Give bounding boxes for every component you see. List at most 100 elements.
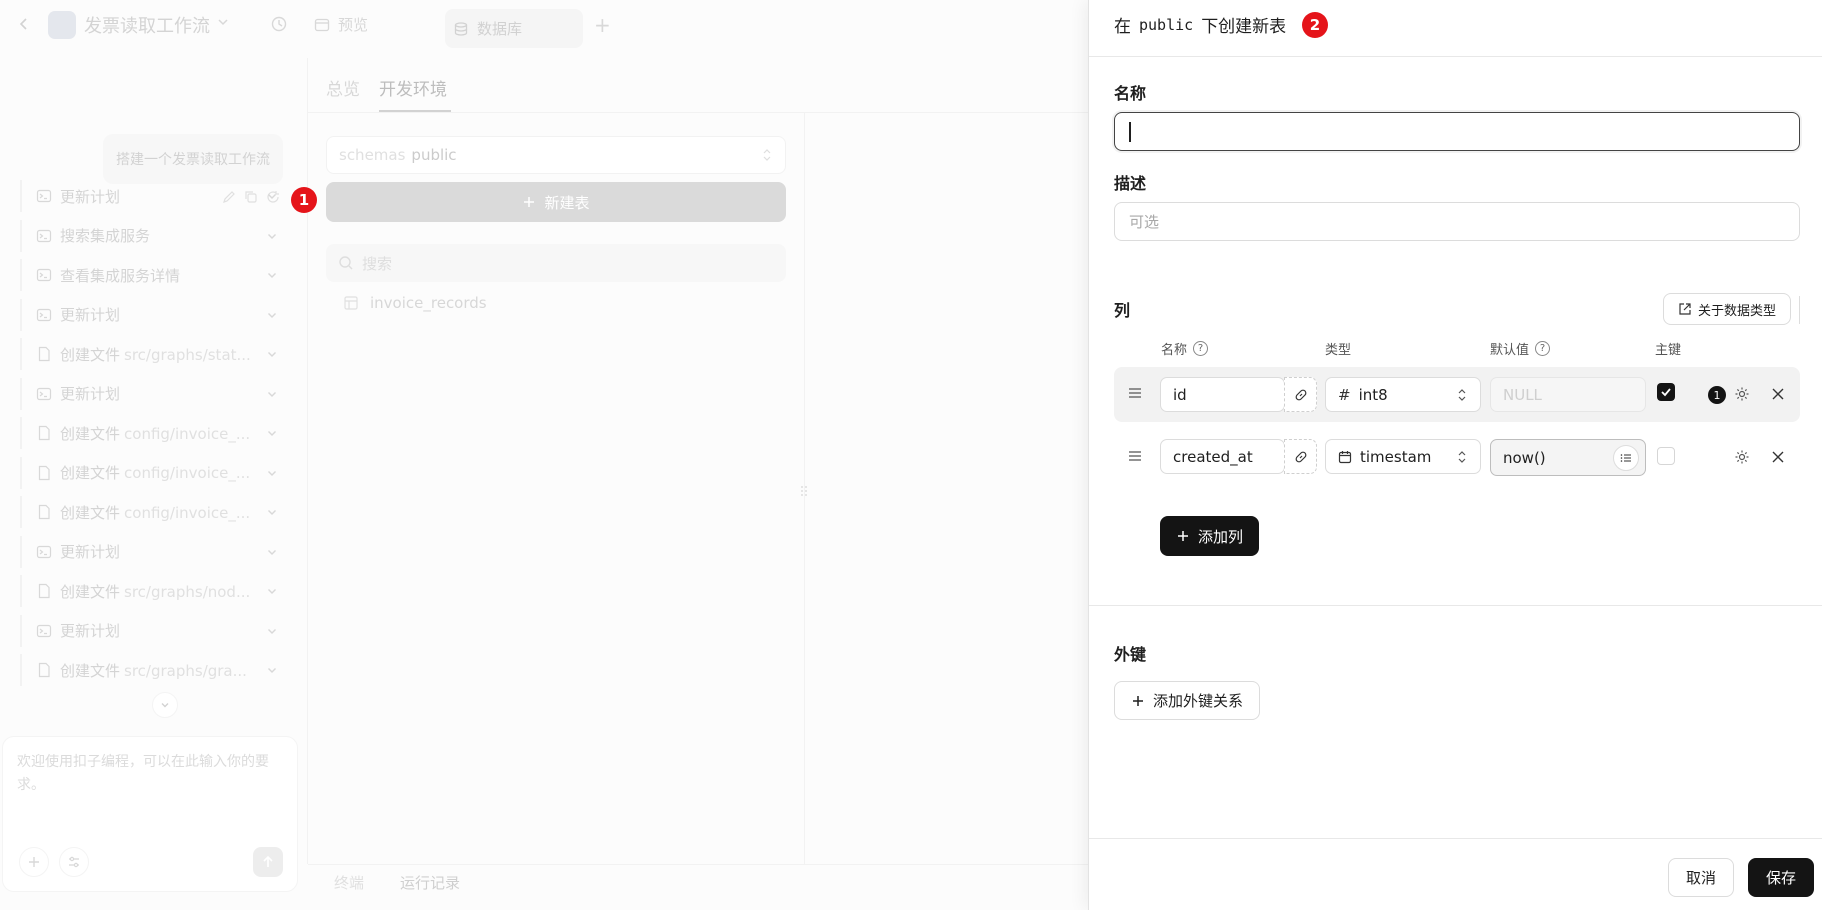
chat-step-label: 创建文件 config/invoice_... — [60, 502, 258, 523]
chevron-down-icon[interactable] — [216, 15, 230, 29]
chat-step-title: 查看集成服务详情 — [60, 266, 181, 285]
tab-terminal[interactable]: 终端 — [334, 872, 364, 893]
table-search-input[interactable]: 搜索 — [326, 244, 786, 282]
terminal-icon — [36, 386, 52, 402]
foreign-link-button[interactable] — [1284, 439, 1317, 474]
chat-step-title: 更新计划 — [60, 187, 121, 206]
chevron-down-icon[interactable] — [264, 623, 280, 639]
add-foreign-key-button[interactable]: 添加外键关系 — [1114, 681, 1260, 720]
select-arrows-icon — [1456, 450, 1468, 464]
resize-handle[interactable] — [800, 482, 808, 500]
back-icon[interactable] — [14, 14, 34, 34]
tab-dev-env[interactable]: 开发环境 — [379, 75, 447, 100]
history-icon[interactable] — [270, 15, 288, 33]
chevron-down-icon[interactable] — [264, 267, 280, 283]
chevron-down-icon[interactable] — [264, 307, 280, 323]
default-options-button[interactable] — [1613, 444, 1639, 471]
chat-input-box[interactable]: 欢迎使用扣子编程，可以在此输入你的要求。 — [2, 736, 298, 892]
tab-overview[interactable]: 总览 — [326, 75, 360, 100]
chat-step-item[interactable]: 查看集成服务详情 — [20, 259, 280, 291]
foreign-link-button[interactable] — [1284, 377, 1317, 412]
chevron-down-icon[interactable] — [264, 386, 280, 402]
close-icon[interactable] — [1771, 450, 1785, 464]
chevron-down-icon[interactable] — [264, 465, 280, 481]
chat-step-item[interactable]: 更新计划 — [20, 377, 280, 410]
chevron-down-icon[interactable] — [264, 504, 280, 520]
description-input[interactable]: 可选 — [1114, 202, 1800, 241]
chat-step-label: 创建文件 src/graphs/stat... — [60, 344, 258, 365]
tab-preview[interactable]: 预览 — [314, 14, 368, 35]
chevron-down-icon[interactable] — [264, 544, 280, 560]
table-name-input[interactable] — [1114, 112, 1800, 151]
chevron-down-icon[interactable] — [264, 583, 280, 599]
gear-icon[interactable] — [1734, 386, 1750, 402]
chat-step-item[interactable]: 更新计划 — [20, 535, 280, 568]
chat-step-item[interactable]: 更新计划 — [20, 180, 280, 212]
search-icon — [339, 256, 353, 270]
chat-step-item[interactable]: 创建文件 config/invoice_... — [20, 496, 280, 528]
schema-value: public — [411, 146, 457, 164]
chat-step-item[interactable]: 创建文件 config/invoice_... — [20, 456, 280, 489]
chat-step-item[interactable]: 创建文件 src/graphs/nod... — [20, 575, 280, 607]
primary-key-checkbox[interactable] — [1657, 383, 1675, 401]
add-tab-button[interactable]: + — [594, 13, 611, 37]
schema-select[interactable]: schemas public — [326, 136, 786, 174]
chevron-down-icon[interactable] — [264, 425, 280, 441]
link-icon — [1295, 451, 1306, 462]
terminal-icon — [36, 307, 52, 323]
columns-label: 列 — [1114, 301, 1131, 320]
column-type-select[interactable]: timestam — [1325, 439, 1481, 474]
user-message-bubble: 搭建一个发票读取工作流 — [103, 134, 283, 184]
chat-step-title: 更新计划 — [60, 306, 121, 324]
add-column-button[interactable]: 添加列 — [1160, 516, 1259, 556]
chat-step-title: 更新计划 — [60, 622, 121, 640]
chat-step-item[interactable]: 更新计划 — [20, 614, 280, 647]
plus-icon — [29, 857, 39, 867]
chevron-down-icon[interactable] — [264, 228, 280, 244]
column-type-select[interactable]: # int8 — [1325, 377, 1481, 412]
chat-step-label: 创建文件 config/invoice_... — [60, 462, 258, 483]
help-icon[interactable]: ? — [1193, 341, 1209, 356]
drawer-title: 在 public 下创建新表 — [1114, 12, 1286, 38]
chat-step-label: 创建文件 src/graphs/nod... — [60, 581, 258, 602]
drag-handle-icon[interactable] — [1128, 386, 1142, 400]
send-button[interactable] — [253, 847, 283, 877]
column-default-placeholder: NULL — [1503, 385, 1542, 404]
save-button[interactable]: 保存 — [1748, 858, 1814, 897]
project-title[interactable]: 发票读取工作流 — [84, 12, 210, 38]
arrow-up-icon — [263, 855, 273, 867]
step-1-annotation: 1 — [291, 187, 317, 213]
new-table-button[interactable]: 新建表 — [326, 182, 786, 222]
about-data-types-button[interactable]: 关于数据类型 — [1663, 293, 1791, 325]
chat-step-title: 创建文件 — [60, 345, 121, 364]
chat-step-item[interactable]: 创建文件 src/graphs/stat... — [20, 338, 280, 370]
name-label: 名称 — [1114, 84, 1147, 103]
tab-database[interactable]: 数据库 — [445, 9, 583, 48]
cancel-button[interactable]: 取消 — [1668, 858, 1734, 897]
table-list-item[interactable]: invoice_records — [344, 294, 487, 312]
gear-icon[interactable] — [1734, 449, 1750, 465]
primary-key-checkbox[interactable] — [1657, 447, 1675, 465]
chat-step-item[interactable]: 创建文件 src/graphs/gra... — [20, 654, 280, 686]
chat-step-item[interactable]: 搜索集成服务 — [20, 219, 280, 252]
scroll-down-button[interactable] — [152, 692, 178, 718]
column-name-input[interactable]: created_at — [1160, 439, 1285, 474]
chevron-down-icon[interactable] — [264, 346, 280, 362]
chat-step-item[interactable]: 更新计划 — [20, 298, 280, 331]
column-name-input[interactable]: id — [1160, 377, 1285, 412]
help-icon[interactable]: ? — [1535, 341, 1551, 356]
tab-run-history[interactable]: 运行记录 — [400, 872, 460, 893]
drag-handle-icon[interactable] — [1128, 449, 1142, 463]
chat-step-item[interactable]: 创建文件 config/invoice_... — [20, 417, 280, 449]
terminal-icon — [36, 623, 52, 639]
column-default-input[interactable]: now() — [1490, 439, 1646, 476]
chevron-down-icon[interactable] — [264, 188, 280, 204]
file-icon — [36, 504, 52, 520]
attach-button[interactable] — [19, 847, 49, 877]
col-header-name-label: 名称 — [1161, 343, 1188, 358]
settings-toggle-button[interactable] — [59, 847, 89, 877]
chevron-down-icon[interactable] — [264, 662, 280, 678]
browser-icon — [314, 18, 330, 31]
close-icon[interactable] — [1771, 387, 1785, 401]
schema-prefix: schemas — [339, 146, 406, 164]
